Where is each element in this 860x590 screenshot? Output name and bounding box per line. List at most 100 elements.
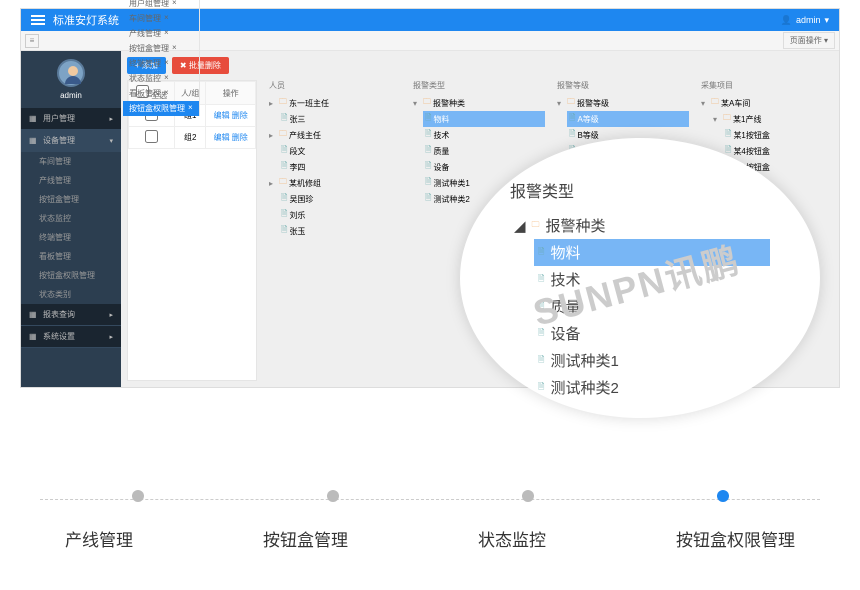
group-table: 全选 人/组 操作 组1编辑 删除组2编辑 删除 xyxy=(127,80,257,381)
user-menu[interactable]: 👤 admin ▾ xyxy=(781,15,829,26)
close-icon[interactable]: × xyxy=(188,103,193,114)
row-edit-delete[interactable]: 编辑 删除 xyxy=(214,133,248,142)
tab-6[interactable]: 终端管理× xyxy=(123,56,200,71)
file-icon: 🗎 xyxy=(538,354,544,368)
menu-icon: ▦ xyxy=(29,310,38,319)
file-icon: 🗎 xyxy=(538,381,544,395)
sidebar-group-2[interactable]: ▦报表查询▸ xyxy=(21,304,121,326)
zoom-item[interactable]: 🗎质量 xyxy=(534,293,770,320)
file-icon: 🗎 xyxy=(569,128,575,142)
close-icon[interactable]: × xyxy=(172,0,177,9)
sidebar-group-0[interactable]: ▦用户管理▸ xyxy=(21,108,121,130)
file-icon: 🗎 xyxy=(425,144,431,158)
tab-5[interactable]: 按钮盒管理× xyxy=(123,41,200,56)
folder-icon: 🗀 xyxy=(279,176,287,190)
tree-title: 采集项目 xyxy=(699,80,833,91)
tab-2[interactable]: 用户组管理× xyxy=(123,0,200,11)
tree-leaf[interactable]: 🗎某4按钮盒 xyxy=(723,143,833,159)
zoom-item[interactable]: 🗎设备 xyxy=(534,320,770,347)
tree-leaf[interactable]: 🗎刘乐 xyxy=(279,207,401,223)
chevron-icon: ▾ xyxy=(109,137,113,145)
folder-icon: 🗀 xyxy=(279,128,287,142)
close-icon[interactable]: × xyxy=(164,88,169,99)
row-checkbox[interactable] xyxy=(145,130,158,143)
tree-node[interactable]: ▾🗀某1产线 xyxy=(711,111,833,127)
nav-label-2[interactable]: 状态监控 xyxy=(478,526,546,551)
nav-dot-3[interactable] xyxy=(717,490,729,502)
file-icon: 🗎 xyxy=(538,246,544,260)
zoom-item[interactable]: 🗎物料 xyxy=(534,239,770,266)
collapse-icon[interactable]: ≡ xyxy=(25,34,39,48)
tree-leaf[interactable]: 🗎张玉 xyxy=(279,223,401,239)
tree-title: 人员 xyxy=(267,80,401,91)
tree-leaf[interactable]: 🗎吴国珍 xyxy=(279,191,401,207)
sidebar-group-1[interactable]: ▦设备管理▾ xyxy=(21,130,121,152)
nav-dot-0[interactable] xyxy=(132,490,144,502)
nav-dot-1[interactable] xyxy=(327,490,339,502)
zoom-item[interactable]: 🗎测试种类2 xyxy=(534,374,770,401)
tree-leaf[interactable]: 🗎某1按钮盒 xyxy=(723,127,833,143)
expand-icon[interactable]: ▸ xyxy=(269,179,277,188)
close-icon[interactable]: × xyxy=(172,43,177,54)
tree-node[interactable]: ▸🗀产线主任 xyxy=(267,127,401,143)
zoom-item[interactable]: 🗎技术 xyxy=(534,266,770,293)
tree-leaf[interactable]: 🗎张三 xyxy=(279,111,401,127)
file-icon: 🗎 xyxy=(281,160,287,174)
zoom-item[interactable]: 🗎测试种类1 xyxy=(534,347,770,374)
nav-label-0[interactable]: 产线管理 xyxy=(65,526,133,551)
file-icon: 🗎 xyxy=(281,208,287,222)
file-icon: 🗎 xyxy=(281,192,287,206)
tab-7[interactable]: 状态监控× xyxy=(123,71,200,86)
row-edit-delete[interactable]: 编辑 删除 xyxy=(214,111,248,120)
close-icon[interactable]: × xyxy=(164,28,169,39)
tab-8[interactable]: 看板管理× xyxy=(123,86,200,101)
close-icon[interactable]: × xyxy=(164,73,169,84)
sidebar-item-1[interactable]: 产线管理 xyxy=(21,171,121,190)
sidebar-item-0[interactable]: 车间管理 xyxy=(21,152,121,171)
expand-icon: ◢ xyxy=(514,217,526,235)
tree-node[interactable]: ▸🗀某机修组 xyxy=(267,175,401,191)
tab-bar: ≡ 欢迎首页×用户管理×用户组管理×车间管理×产线管理×按钮盒管理×终端管理×状… xyxy=(21,31,839,51)
close-icon[interactable]: × xyxy=(164,13,169,24)
nav-label-3[interactable]: 按钮盒权限管理 xyxy=(676,526,795,551)
menu-toggle-icon[interactable] xyxy=(31,15,45,25)
tree-leaf[interactable]: 🗎质量 xyxy=(423,143,545,159)
sidebar-group-3[interactable]: ▦系统设置▸ xyxy=(21,326,121,348)
tab-3[interactable]: 车间管理× xyxy=(123,11,200,26)
tree-leaf[interactable]: 🗎技术 xyxy=(423,127,545,143)
tree-root[interactable]: ▾🗀报警种类 xyxy=(411,95,545,111)
tree-leaf[interactable]: 🗎李四 xyxy=(279,159,401,175)
sidebar-item-4[interactable]: 终端管理 xyxy=(21,228,121,247)
tree-root[interactable]: ▾🗀某A车间 xyxy=(699,95,833,111)
expand-icon[interactable]: ▸ xyxy=(269,131,277,140)
tree-leaf[interactable]: 🗎物料 xyxy=(423,111,545,127)
sidebar: admin ▦用户管理▸▦设备管理▾车间管理产线管理按钮盒管理状态监控终端管理看… xyxy=(21,51,121,387)
tab-4[interactable]: 产线管理× xyxy=(123,26,200,41)
page-ops-button[interactable]: 页面操作 ▾ xyxy=(783,32,835,49)
sidebar-item-3[interactable]: 状态监控 xyxy=(21,209,121,228)
file-icon: 🗎 xyxy=(538,273,544,287)
zoom-root[interactable]: ◢ 🗀 报警种类 xyxy=(510,212,770,239)
expand-icon[interactable]: ▾ xyxy=(413,99,421,108)
expand-icon[interactable]: ▸ xyxy=(269,99,277,108)
tree-node[interactable]: ▸🗀东一班主任 xyxy=(267,95,401,111)
expand-icon[interactable]: ▾ xyxy=(701,99,709,108)
sidebar-item-6[interactable]: 按钮盒权限管理 xyxy=(21,266,121,285)
tree-leaf[interactable]: 🗎段文 xyxy=(279,143,401,159)
tree-leaf[interactable]: 🗎A等级 xyxy=(567,111,689,127)
nav-label-1[interactable]: 按钮盒管理 xyxy=(263,526,348,551)
expand-icon[interactable]: ▾ xyxy=(557,99,565,108)
tree-root[interactable]: ▾🗀报警等级 xyxy=(555,95,689,111)
sidebar-item-5[interactable]: 看板管理 xyxy=(21,247,121,266)
bottom-nav: 产线管理 按钮盒管理 状态监控 按钮盒权限管理 xyxy=(0,490,860,590)
menu-icon: ▦ xyxy=(29,114,38,123)
file-icon: 🗎 xyxy=(425,176,431,190)
file-icon: 🗎 xyxy=(281,224,287,238)
tab-9[interactable]: 按钮盒权限管理× xyxy=(123,101,200,116)
nav-dot-2[interactable] xyxy=(522,490,534,502)
sidebar-item-2[interactable]: 按钮盒管理 xyxy=(21,190,121,209)
tree-title: 报警等级 xyxy=(555,80,689,91)
close-icon[interactable]: × xyxy=(164,58,169,69)
sidebar-item-7[interactable]: 状态类别 xyxy=(21,285,121,304)
file-icon: 🗎 xyxy=(281,112,287,126)
